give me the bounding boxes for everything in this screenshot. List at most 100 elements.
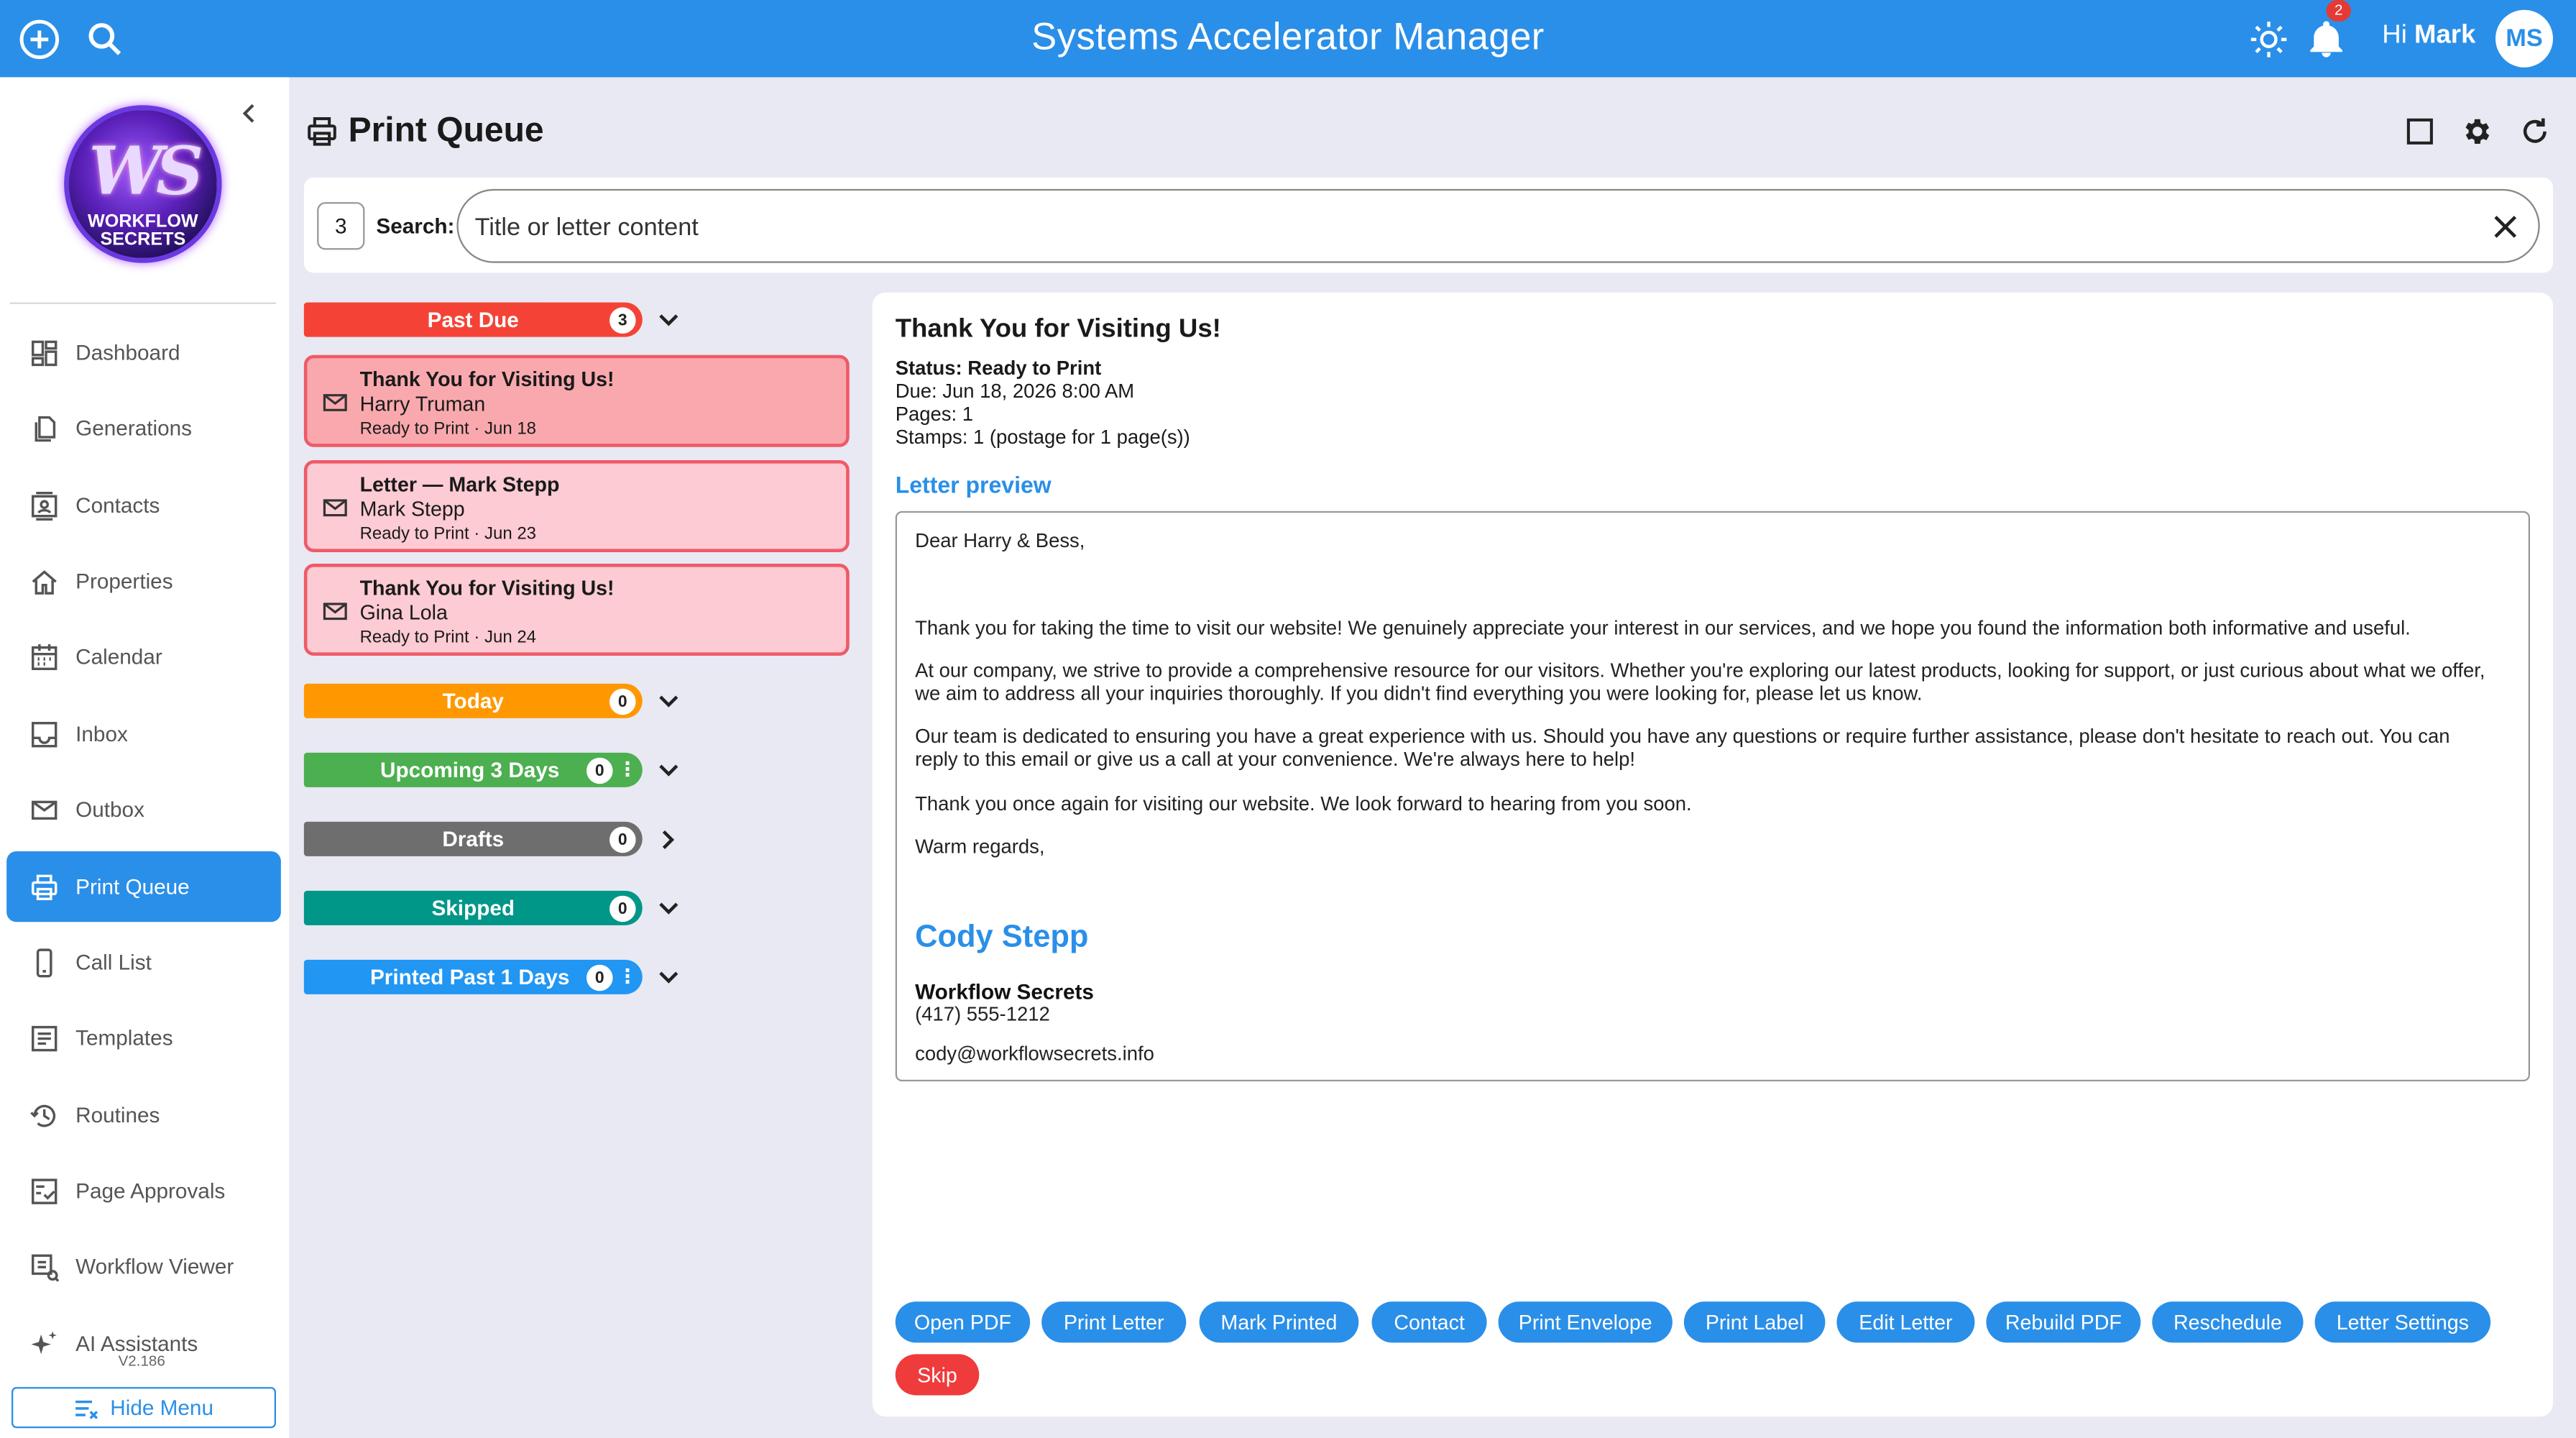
group-printed-past-1-days[interactable]: Printed Past 1 Days 0 ⋮	[303, 959, 643, 994]
gear-icon[interactable]	[2461, 115, 2494, 148]
letter-paragraph: Thank you for taking the time to visit o…	[915, 616, 2411, 640]
more-vertical-icon[interactable]: ⋮	[617, 758, 637, 782]
sidebar-item-call-list[interactable]: Call List	[6, 927, 281, 997]
queue-card[interactable]: Thank You for Visiting Us! Gina Lola Rea…	[303, 563, 850, 656]
card-contact-name: Harry Truman	[359, 393, 486, 416]
search-input[interactable]	[474, 206, 2447, 247]
sidebar-item-label: Workflow Viewer	[75, 1253, 234, 1279]
avatar[interactable]: MS	[2495, 9, 2553, 68]
card-meta: Ready to Print · Jun 24	[359, 628, 537, 648]
sidebar-item-label: Dashboard	[75, 340, 180, 365]
search-field	[456, 188, 2540, 263]
document-icon	[29, 1023, 59, 1053]
chevron-right-icon[interactable]	[654, 825, 684, 854]
sidebar-item-contacts[interactable]: Contacts	[6, 470, 281, 541]
sidebar-item-label: Outbox	[75, 797, 144, 822]
letter-preview: Dear Harry & Bess, Thank you for taking …	[895, 510, 2530, 1081]
sidebar-item-label: Print Queue	[75, 874, 190, 899]
page-title: Print Queue	[305, 111, 544, 151]
collapse-sidebar-icon[interactable]	[236, 100, 263, 127]
skip-button[interactable]: Skip	[895, 1354, 980, 1396]
detail-title: Thank You for Visiting Us!	[895, 315, 1221, 344]
card-contact-name: Gina Lola	[359, 601, 448, 625]
sidebar-item-calendar[interactable]: Calendar	[6, 621, 281, 692]
card-meta: Ready to Print · Jun 18	[359, 418, 537, 439]
card-title: Thank You for Visiting Us!	[359, 577, 615, 600]
chevron-down-icon[interactable]	[654, 963, 684, 992]
sidebar-item-inbox[interactable]: Inbox	[6, 698, 281, 769]
print-letter-button[interactable]: Print Letter	[1041, 1301, 1187, 1343]
letter-paragraph: Our team is dedicated to ensuring you ha…	[915, 724, 2450, 771]
group-count-badge: 0	[609, 895, 636, 922]
card-contact-name: Mark Stepp	[359, 498, 465, 521]
user-greeting: Hi Mark	[2382, 22, 2475, 51]
refresh-icon[interactable]	[2518, 115, 2552, 148]
signature-company: Workflow Secrets	[915, 979, 1094, 1004]
logo-wordmark: WORKFLOW SECRETS	[69, 213, 217, 249]
hide-menu-icon	[75, 1399, 98, 1419]
edit-letter-button[interactable]: Edit Letter	[1836, 1301, 1975, 1343]
sidebar-item-routines[interactable]: Routines	[6, 1080, 281, 1150]
group-label: Today	[442, 688, 504, 713]
phone-icon	[29, 948, 59, 977]
group-past-due[interactable]: Past Due 3	[303, 302, 643, 337]
signature-phone: (417) 555-1212	[915, 1002, 1050, 1026]
sidebar-item-label: Generations	[75, 416, 193, 441]
sidebar-item-print-queue[interactable]: Print Queue	[6, 851, 281, 922]
open-pdf-button[interactable]: Open PDF	[895, 1301, 1031, 1343]
group-upcoming-3-days[interactable]: Upcoming 3 Days 0 ⋮	[303, 752, 643, 787]
rebuild-pdf-button[interactable]: Rebuild PDF	[1986, 1301, 2141, 1343]
chevron-down-icon[interactable]	[654, 306, 684, 335]
chevron-down-icon[interactable]	[654, 687, 684, 716]
mail-icon	[322, 598, 349, 625]
mark-printed-button[interactable]: Mark Printed	[1199, 1301, 1359, 1343]
sidebar-item-outbox[interactable]: Outbox	[6, 774, 281, 845]
hide-menu-button[interactable]: Hide Menu	[11, 1387, 276, 1429]
theme-toggle-icon[interactable]	[2246, 17, 2292, 63]
group-drafts[interactable]: Drafts 0	[303, 821, 643, 856]
sidebar-item-page-approvals[interactable]: Page Approvals	[6, 1155, 281, 1226]
group-skipped[interactable]: Skipped 0	[303, 890, 643, 925]
print-label-button[interactable]: Print Label	[1683, 1301, 1826, 1343]
group-today[interactable]: Today 0	[303, 683, 643, 718]
search-bar: 3 Search:	[303, 177, 2553, 273]
sidebar-item-workflow-viewer[interactable]: Workflow Viewer	[6, 1231, 281, 1301]
sidebar-item-dashboard[interactable]: Dashboard	[6, 317, 281, 388]
detail-pages: Pages: 1	[895, 402, 973, 426]
hide-menu-label: Hide Menu	[110, 1395, 213, 1420]
sidebar-item-label: Inbox	[75, 721, 128, 746]
sidebar: WS WORKFLOW SECRETS Dashboard Generations…	[0, 77, 290, 1438]
page-title-text: Print Queue	[348, 111, 544, 150]
sidebar-item-label: Properties	[75, 568, 173, 594]
history-icon	[29, 1100, 59, 1130]
card-title: Letter — Mark Stepp	[359, 473, 560, 497]
printer-icon	[308, 117, 336, 146]
letter-preview-heading: Letter preview	[895, 471, 1052, 498]
print-envelope-button[interactable]: Print Envelope	[1498, 1301, 1673, 1343]
group-count-badge: 0	[609, 688, 636, 715]
sidebar-item-templates[interactable]: Templates	[6, 1002, 281, 1073]
sidebar-item-generations[interactable]: Generations	[6, 393, 281, 463]
letter-closing: Warm regards,	[915, 835, 1045, 858]
approval-icon	[29, 1176, 59, 1205]
group-count-badge: 0	[609, 826, 636, 853]
chevron-down-icon[interactable]	[654, 756, 684, 785]
notifications-bell-icon[interactable]	[2304, 17, 2350, 63]
close-icon[interactable]	[2489, 211, 2522, 244]
letter-settings-button[interactable]: Letter Settings	[2314, 1301, 2491, 1343]
detail-status: Status: Ready to Print	[895, 356, 1102, 380]
mail-icon	[29, 794, 59, 824]
printer-icon	[29, 872, 59, 902]
search-label: Search:	[376, 214, 455, 239]
more-vertical-icon[interactable]: ⋮	[617, 965, 637, 989]
queue-card[interactable]: Letter — Mark Stepp Mark Stepp Ready to …	[303, 459, 850, 552]
sidebar-item-properties[interactable]: Properties	[6, 546, 281, 616]
detail-stamps: Stamps: 1 (postage for 1 page(s))	[895, 425, 1190, 449]
queue-card[interactable]: Thank You for Visiting Us! Harry Truman …	[303, 354, 850, 447]
reschedule-button[interactable]: Reschedule	[2152, 1301, 2304, 1343]
detail-due: Due: Jun 18, 2026 8:00 AM	[895, 379, 1135, 403]
contact-button[interactable]: Contact	[1371, 1301, 1487, 1343]
fullscreen-toggle-icon[interactable]	[2404, 115, 2437, 148]
chevron-down-icon[interactable]	[654, 894, 684, 923]
sidebar-divider	[9, 302, 276, 304]
